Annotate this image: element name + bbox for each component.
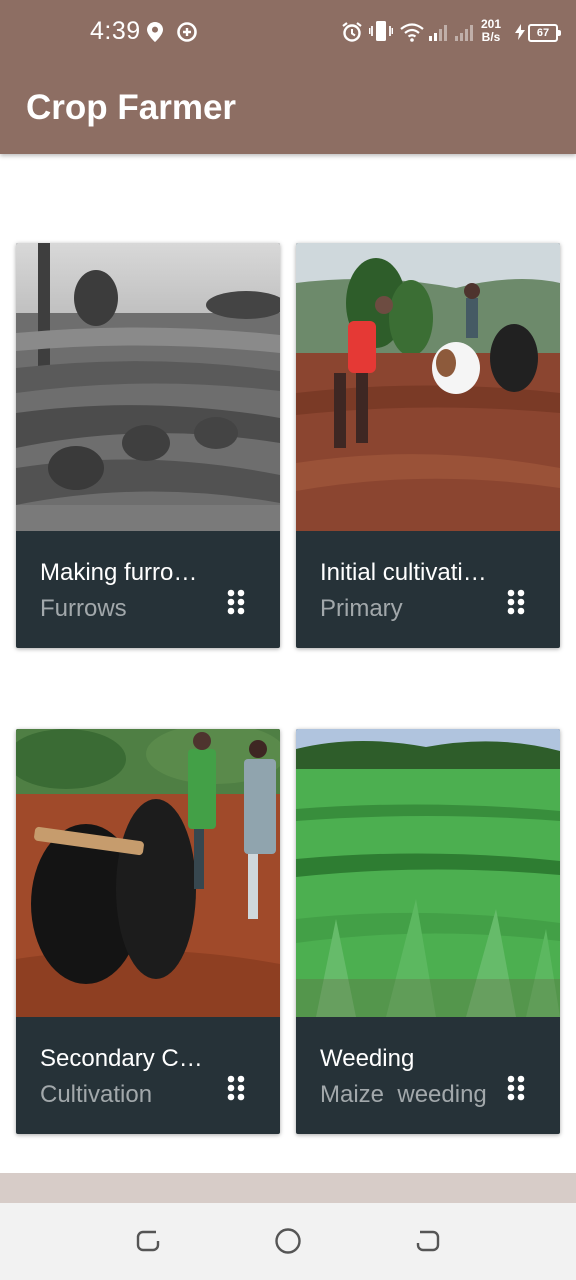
card-subtitle: Primary xyxy=(320,595,403,622)
drag-handle-icon[interactable] xyxy=(226,1073,246,1103)
top-bar: 4:39 201 B/s 67 Crop Farmer xyxy=(0,0,576,154)
crop-card-initial-cultivation[interactable]: Initial cultivati… Primary xyxy=(296,243,560,648)
card-image-oxen xyxy=(16,729,280,1017)
drag-handle-icon[interactable] xyxy=(226,587,246,617)
home-icon[interactable] xyxy=(274,1227,302,1255)
bottom-strip xyxy=(0,1173,576,1203)
app-title: Crop Farmer xyxy=(26,88,237,127)
status-bar: 4:39 201 B/s 67 xyxy=(0,0,576,64)
drag-handle-icon[interactable] xyxy=(506,1073,526,1103)
battery-level: 67 xyxy=(528,24,561,42)
recent-apps-icon[interactable] xyxy=(134,1227,162,1255)
wifi-icon xyxy=(400,23,424,42)
card-title: Initial cultivati… xyxy=(320,559,487,586)
crop-card-weeding[interactable]: Weeding Maize weeding xyxy=(296,729,560,1134)
vibrate-icon xyxy=(369,21,393,41)
card-title: Making furro… xyxy=(40,559,198,586)
signal-icon xyxy=(455,25,473,41)
charging-icon xyxy=(515,24,525,40)
status-time: 4:39 xyxy=(90,17,141,45)
back-icon[interactable] xyxy=(414,1227,442,1255)
alarm-icon xyxy=(342,22,362,42)
location-icon xyxy=(147,22,163,42)
crop-card-making-furrows[interactable]: Making furro… Furrows xyxy=(16,243,280,648)
card-subtitle: Cultivation xyxy=(40,1081,153,1108)
data-saver-icon xyxy=(177,22,197,42)
network-speed: 201 B/s xyxy=(481,18,501,44)
card-title: Weeding xyxy=(320,1045,415,1072)
signal-icon xyxy=(429,25,447,41)
card-subtitle: Maize weeding xyxy=(320,1081,487,1108)
card-image-ploughing xyxy=(296,243,560,531)
drag-handle-icon[interactable] xyxy=(506,587,526,617)
crop-card-secondary-cultivation[interactable]: Secondary Cu… Cultivation xyxy=(16,729,280,1134)
card-title: Secondary Cu… xyxy=(40,1045,210,1072)
system-nav-bar xyxy=(0,1203,576,1280)
card-image-furrows xyxy=(16,243,280,531)
network-speed-unit: B/s xyxy=(481,30,501,44)
card-subtitle: Furrows xyxy=(40,595,127,622)
card-image-maize xyxy=(296,729,560,1017)
